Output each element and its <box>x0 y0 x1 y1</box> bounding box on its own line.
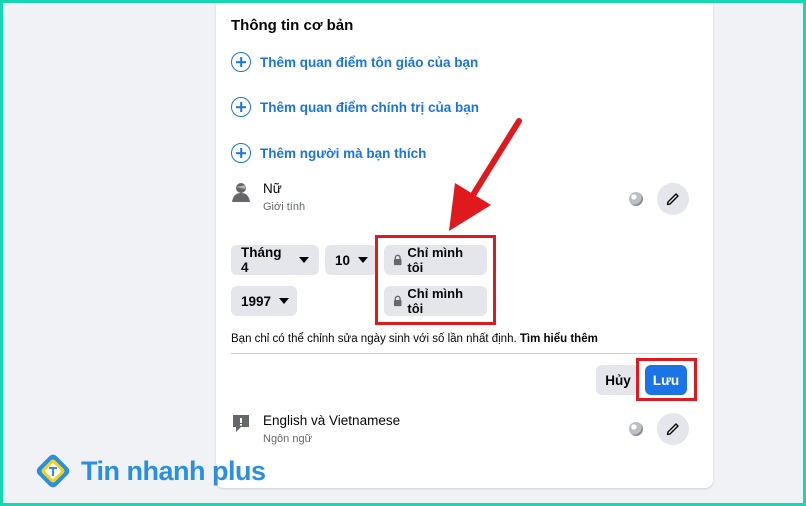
red-arrow-icon <box>449 118 522 231</box>
page-frame: Thông tin cơ bản Thêm quan điểm tôn giáo… <box>3 3 803 503</box>
logo-diamond-icon <box>36 454 70 488</box>
watermark-text: Tin nhanh plus <box>81 455 266 486</box>
watermark-logo: Tin nhanh plus <box>33 451 266 491</box>
